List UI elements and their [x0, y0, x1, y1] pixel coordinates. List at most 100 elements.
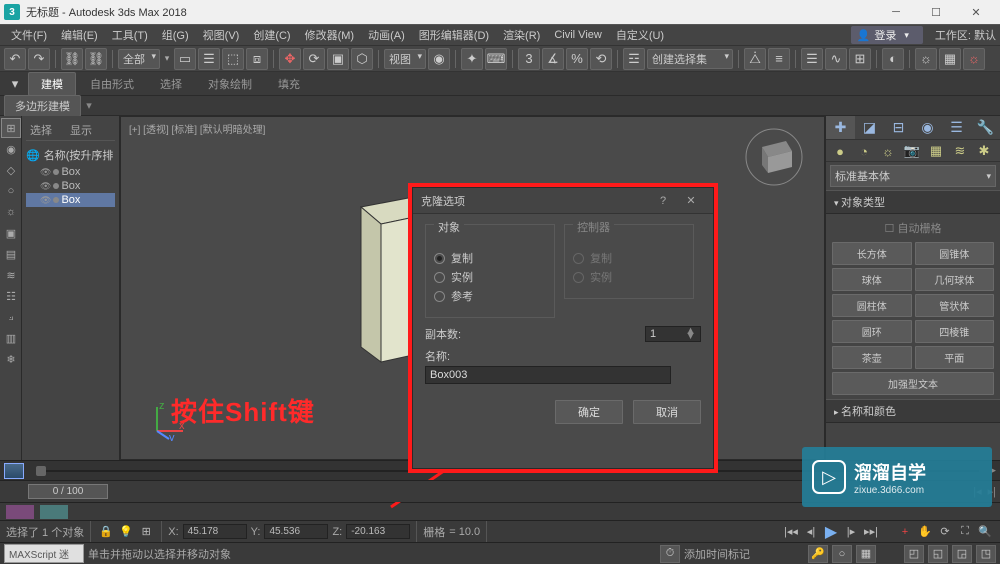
login-button[interactable]: 👤登录▾ [851, 26, 923, 44]
scene-item[interactable]: 👁 Box [26, 179, 115, 193]
dialog-help-button[interactable]: ? [649, 195, 677, 207]
tab-display[interactable]: ☰ [942, 116, 971, 139]
redo-button[interactable]: ↷ [28, 48, 50, 70]
frozen-icon[interactable]: ❄ [1, 349, 21, 369]
absolute-mode-button[interactable]: ⊞ [137, 523, 155, 541]
containers-icon[interactable]: ▥ [1, 328, 21, 348]
primitive-cone[interactable]: 圆锥体 [915, 242, 995, 265]
tab-create[interactable]: ✚ [826, 116, 855, 139]
primitive-teapot[interactable]: 茶壶 [832, 346, 912, 369]
field-of-view-button[interactable]: ◱ [928, 545, 948, 563]
scene-tab-display[interactable]: 显示 [70, 122, 92, 138]
pan-button[interactable]: ✋ [916, 523, 934, 541]
schematic-view-button[interactable]: ⊞ [849, 48, 871, 70]
lights-icon[interactable]: ☼ [878, 142, 898, 160]
tab-motion[interactable]: ◉ [913, 116, 942, 139]
scene-tab-select[interactable]: 选择 [30, 122, 52, 138]
scene-item[interactable]: 👁 Box [26, 165, 115, 179]
rotate-button[interactable]: ⟳ [303, 48, 325, 70]
select-region-button[interactable]: ⬚ [222, 48, 244, 70]
freeze-icon[interactable] [53, 197, 59, 203]
radio-reference[interactable]: 参考 [434, 288, 546, 304]
manipulate-button[interactable]: ✦ [461, 48, 483, 70]
spacewarps-icon[interactable]: ≋ [950, 142, 970, 160]
percent-snap-button[interactable]: % [566, 48, 588, 70]
layer-explorer-button[interactable]: ☰ [801, 48, 823, 70]
time-scrubber[interactable]: 0 / 100 [28, 484, 108, 499]
set-key-mode-button[interactable]: ○ [832, 545, 852, 563]
spacewarps-filter-icon[interactable]: ≋ [1, 265, 21, 285]
play-button[interactable]: ▶ [822, 523, 840, 541]
mirror-button[interactable]: ⧊ [744, 48, 766, 70]
primitive-pyramid[interactable]: 四棱锥 [915, 320, 995, 343]
angle-snap-button[interactable]: ∡ [542, 48, 564, 70]
scale-button[interactable]: ▣ [327, 48, 349, 70]
goto-end-button[interactable]: ▸▸| [862, 523, 880, 541]
unlink-icon[interactable]: ⛓ [85, 48, 107, 70]
geometry-icon[interactable]: ● [830, 142, 850, 160]
rollout-name-and-color[interactable]: 名称和颜色 [826, 399, 1000, 423]
hierarchy-icon[interactable]: ⊞ [1, 118, 21, 138]
maximize-button[interactable]: ☐ [916, 0, 956, 24]
tab-object-paint[interactable]: 对象绘制 [196, 73, 264, 95]
time-tag-button[interactable]: ⏱ [660, 545, 680, 563]
prev-frame-button[interactable]: ◂| [802, 523, 820, 541]
radio-copy[interactable]: 复制 [434, 250, 546, 266]
menu-view[interactable]: 视图(V) [196, 25, 247, 45]
viewport-perspective[interactable]: [+] [透视] [标准] [默认明暗处理] z x y 按住Shift键 [120, 116, 825, 460]
use-center-button[interactable]: ◉ [428, 48, 450, 70]
primitive-type-select[interactable]: 标准基本体▾ [830, 165, 996, 187]
subtab-expand-icon[interactable]: ▾ [81, 99, 97, 112]
scene-item-selected[interactable]: 👁 Box [26, 193, 115, 207]
next-frame-button[interactable]: |▸ [842, 523, 860, 541]
viewport-thumb[interactable] [4, 463, 24, 479]
render-setup-button[interactable]: ☼ [915, 48, 937, 70]
edit-sel-set-button[interactable]: ☲ [623, 48, 645, 70]
menu-tools[interactable]: 工具(T) [105, 25, 155, 45]
shapes-icon[interactable]: ◔ [854, 142, 874, 160]
key-marker[interactable] [6, 505, 34, 519]
freeze-icon[interactable] [53, 169, 59, 175]
cameras-filter-icon[interactable]: ▣ [1, 223, 21, 243]
menu-civil-view[interactable]: Civil View [547, 27, 608, 43]
auto-key-button[interactable]: 🔑 [808, 545, 828, 563]
visibility-icon[interactable]: 👁 [40, 181, 51, 192]
auto-grid-checkbox[interactable]: ☐ 自动栅格 [832, 218, 994, 242]
close-button[interactable]: ✕ [956, 0, 996, 24]
set-key-button[interactable]: + [896, 523, 914, 541]
spinner-snap-button[interactable]: ⟲ [590, 48, 612, 70]
menu-group[interactable]: 组(G) [155, 25, 196, 45]
menu-animation[interactable]: 动画(A) [361, 25, 412, 45]
visibility-icon[interactable]: 👁 [40, 195, 51, 206]
tab-hierarchy[interactable]: ⊟ [884, 116, 913, 139]
tab-selection[interactable]: 选择 [148, 73, 194, 95]
isolate-button[interactable]: 💡 [117, 523, 135, 541]
scene-column-header[interactable]: 🌐 名称(按升序排 [26, 145, 115, 165]
primitive-box[interactable]: 长方体 [832, 242, 912, 265]
primitive-torus[interactable]: 圆环 [832, 320, 912, 343]
visibility-icon[interactable]: 👁 [40, 167, 51, 178]
cancel-button[interactable]: 取消 [633, 400, 701, 424]
geometry-filter-icon[interactable]: ◇ [1, 160, 21, 180]
dialog-titlebar[interactable]: 克隆选项 ? ✕ [413, 188, 713, 214]
systems-icon[interactable]: ✱ [974, 142, 994, 160]
primitive-plane[interactable]: 平面 [915, 346, 995, 369]
render-frame-button[interactable]: ▦ [939, 48, 961, 70]
name-input[interactable]: Box003 [425, 366, 671, 384]
select-by-name-button[interactable]: ☰ [198, 48, 220, 70]
named-selection-select[interactable]: 创建选择集 [647, 49, 733, 69]
curve-editor-button[interactable]: ∿ [825, 48, 847, 70]
viewcube[interactable] [744, 127, 804, 187]
window-crossing-button[interactable]: ⧈ [246, 48, 268, 70]
lights-filter-icon[interactable]: ☼ [1, 202, 21, 222]
reference-coord-select[interactable]: 视图 [384, 49, 426, 69]
primitive-geosphere[interactable]: 几何球体 [915, 268, 995, 291]
bone-filter-icon[interactable]: ⟓ [1, 307, 21, 327]
goto-start-button[interactable]: |◂◂ [782, 523, 800, 541]
dialog-close-button[interactable]: ✕ [677, 194, 705, 207]
primitive-textplus[interactable]: 加强型文本 [832, 372, 994, 395]
menu-edit[interactable]: 编辑(E) [54, 25, 105, 45]
menu-customize[interactable]: 自定义(U) [609, 25, 671, 45]
primitive-cylinder[interactable]: 圆柱体 [832, 294, 912, 317]
selection-filter-select[interactable]: 全部 [118, 49, 160, 69]
